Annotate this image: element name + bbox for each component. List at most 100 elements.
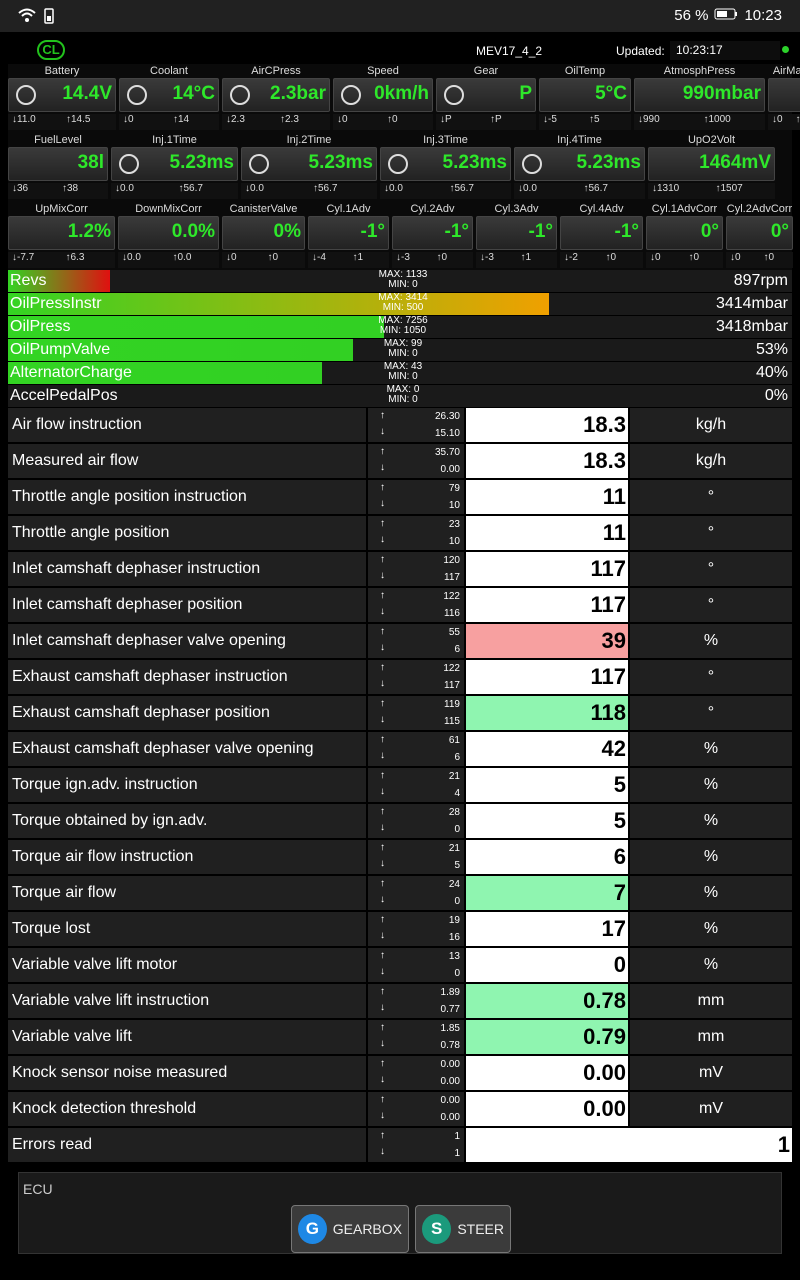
bar-oilpumpvalve[interactable]: OilPumpValve MAX: 99 MIN: 0 53% — [8, 339, 792, 362]
gauge-fuellevel[interactable]: FuelLevel 38l ↓36 ↑38 — [8, 133, 108, 203]
table-row[interactable]: Throttle angle position ↑ 23 ↓ 10 11 ° — [8, 516, 792, 552]
bar-oilpress[interactable]: OilPress MAX: 7256 MIN: 1050 3418mbar — [8, 316, 792, 339]
gauge-atmosphpress[interactable]: AtmosphPress 990mbar ↓990 ↑1000 — [634, 64, 765, 134]
table-row[interactable]: Torque lost ↑ 19 ↓ 16 17% — [8, 912, 792, 948]
table-row[interactable]: Torque air flow instruction ↑ 21 ↓ 5 6% — [8, 840, 792, 876]
gauge-airmani[interactable]: AirMani0↓0↑ — [768, 64, 800, 134]
gauge-inj-2time[interactable]: Inj.2Time 5.23ms ↓0.0 ↑56.7 — [241, 133, 377, 203]
table-row[interactable]: Inlet camshaft dephaser instruction ↑ 120 ↓… — [8, 552, 792, 588]
bar-oilpressinstr[interactable]: OilPressInstr MAX: 3414 MIN: 500 3414mbar — [8, 293, 792, 316]
bar-accelpedalpos[interactable]: AccelPedalPos MAX: 0 MIN: 0 0% — [8, 385, 792, 408]
table-row[interactable]: Torque air flow ↑ 24 ↓ 0 7% — [8, 876, 792, 912]
table-row[interactable]: Inlet camshaft dephaser position ↑ 122 ↓ 116… — [8, 588, 792, 624]
gauge-canistervalve[interactable]: CanisterValve 0% ↓0 ↑0 — [222, 202, 305, 272]
gauge-min: ↓36 — [12, 183, 29, 194]
bar-name: OilPumpValve — [10, 341, 111, 358]
sim-icon — [44, 8, 54, 28]
row-label: Torque ign.adv. instruction — [8, 768, 366, 802]
row-unit: ° — [630, 516, 792, 550]
gauge-cyl-3adv[interactable]: Cyl.3Adv -1° ↓-3 ↑1 — [476, 202, 557, 272]
gauge-cyl-1advcorr[interactable]: Cyl.1AdvCorr 0° ↓0 ↑0 — [646, 202, 723, 272]
table-row[interactable]: Variable valve lift ↑ 1.85 ↓ 0.78 0.79 mm — [8, 1020, 792, 1056]
row-unit: ° — [630, 552, 792, 586]
row-minmax: ↑ 21 ↓ 4 — [368, 768, 464, 802]
row-minmax: ↑ 26.30 ↓ 15.10 — [368, 408, 464, 442]
parameter-table: Air flow instruction ↑ 26.30 ↓ 15.10 18.3 kg/h… — [8, 408, 792, 1164]
table-row[interactable]: Exhaust camshaft dephaser position ↑ 119 ↓ 1… — [8, 696, 792, 732]
gauge-label: CanisterValve — [229, 203, 298, 215]
table-row[interactable]: Knock detection threshold ↑ 0.00 ↓ 0.00 0.00 m… — [8, 1092, 792, 1128]
bar-name: AccelPedalPos — [10, 387, 118, 404]
table-row[interactable]: Exhaust camshaft dephaser instruction ↑ 12… — [8, 660, 792, 696]
table-row[interactable]: Knock sensor noise measured ↑ 0.00 ↓ 0.00 0.0… — [8, 1056, 792, 1092]
row-min: 117 — [444, 572, 460, 583]
gauge-cyl-2advcorr[interactable]: Cyl.2AdvCorr 0° ↓0 ↑0 — [726, 202, 793, 272]
gauge-aircpress[interactable]: AirCPress 2.3bar ↓2.3 ↑2.3 — [222, 64, 330, 134]
gauge-box — [768, 78, 800, 112]
gauge-oiltemp[interactable]: OilTemp 5°C ↓-5 ↑5 — [539, 64, 631, 134]
gauge-downmixcorr[interactable]: DownMixCorr 0.0% ↓0.0 ↑0.0 — [118, 202, 219, 272]
bar-revs[interactable]: Revs MAX: 1133 MIN: 0 897rpm — [8, 270, 792, 293]
gauge-value: -1° — [614, 221, 640, 242]
gauge-inj-3time[interactable]: Inj.3Time 5.23ms ↓0.0 ↑56.7 — [380, 133, 511, 203]
bar-name: OilPressInstr — [10, 295, 102, 312]
row-label: Inlet camshaft dephaser position — [8, 588, 366, 622]
gauge-minmax: ↓P ↑P — [436, 114, 536, 130]
table-row[interactable]: Torque obtained by ign.adv. ↑ 28 ↓ 0 5% — [8, 804, 792, 840]
gauge-max: ↑56.7 — [178, 183, 203, 194]
gauge-cyl-1adv[interactable]: Cyl.1Adv -1° ↓-4 ↑1 — [308, 202, 389, 272]
gauge-max: ↑56.7 — [449, 183, 474, 194]
row-unit: mV — [630, 1056, 792, 1090]
gauge-inj-4time[interactable]: Inj.4Time 5.23ms ↓0.0 ↑56.7 — [514, 133, 645, 203]
table-row[interactable]: Exhaust camshaft dephaser valve opening ↑… — [8, 732, 792, 768]
gauge-minmax: ↓-7.7 ↑6.3 — [8, 252, 115, 268]
row-minmax: ↑ 21 ↓ 5 — [368, 840, 464, 874]
table-row[interactable]: Errors read ↑ 1 ↓ 1 1 — [8, 1128, 792, 1164]
gauge-label: AirMani — [772, 65, 800, 77]
table-row[interactable]: Variable valve lift instruction ↑ 1.89 ↓ 0.7… — [8, 984, 792, 1020]
row-unit: kg/h — [630, 444, 792, 478]
row-label: Measured air flow — [8, 444, 366, 478]
gauge-cyl-4adv[interactable]: Cyl.4Adv -1° ↓-2 ↑0 — [560, 202, 643, 272]
max-arrow-icon: ↑ — [380, 698, 385, 709]
row-min: 0.00 — [440, 464, 460, 475]
gauge-label: Battery — [44, 65, 80, 77]
bar-maxmin: MAX: 1133 MIN: 0 — [378, 269, 428, 290]
table-row[interactable]: Torque ign.adv. instruction ↑ 21 ↓ 4 5% — [8, 768, 792, 804]
gauge-value: 1464mV — [699, 152, 771, 173]
gauge-min: ↓1310 — [652, 183, 680, 194]
steer-button[interactable]: S STEER — [415, 1205, 511, 1253]
bar-alternatorcharge[interactable]: AlternatorCharge MAX: 43 MIN: 0 40% — [8, 362, 792, 385]
gauge-inj-1time[interactable]: Inj.1Time 5.23ms ↓0.0 ↑56.7 — [111, 133, 238, 203]
table-row[interactable]: Variable valve lift motor ↑ 13 ↓ 0 0% — [8, 948, 792, 984]
gauge-max: ↑P — [490, 114, 502, 125]
gauge-min: ↓11.0 — [12, 114, 36, 125]
gauge-cyl-2adv[interactable]: Cyl.2Adv -1° ↓-3 ↑0 — [392, 202, 473, 272]
table-row[interactable]: Throttle angle position instruction ↑ 79 ↓ 1… — [8, 480, 792, 516]
table-row[interactable]: Measured air flow ↑ 35.70 ↓ 0.00 18.3 kg/h — [8, 444, 792, 480]
gauge-coolant[interactable]: Coolant 14°C ↓0 ↑14 — [119, 64, 219, 134]
row-value: 0.00 — [466, 1056, 628, 1090]
table-row[interactable]: Air flow instruction ↑ 26.30 ↓ 15.10 18.3 kg/h — [8, 408, 792, 444]
gauge-speed[interactable]: Speed 0km/h ↓0 ↑0 — [333, 64, 433, 134]
row-unit: mV — [630, 1092, 792, 1126]
gauge-label: Cyl.4Adv — [579, 203, 624, 215]
gauge-gear[interactable]: Gear P ↓P ↑P — [436, 64, 536, 134]
gauge-minmax: ↓0 ↑0 — [646, 252, 723, 268]
row-value: 117 — [466, 588, 628, 622]
row-minmax: ↑ 23 ↓ 10 — [368, 516, 464, 550]
gauge-battery[interactable]: Battery 14.4V ↓11.0 ↑14.5 — [8, 64, 116, 134]
table-row[interactable]: Inlet camshaft dephaser valve opening ↑ 55… — [8, 624, 792, 660]
gauge-minmax: ↓2.3 ↑2.3 — [222, 114, 330, 130]
max-arrow-icon: ↑ — [380, 986, 385, 997]
row-max: 28 — [448, 807, 460, 818]
gauge-min: ↓0.0 — [518, 183, 537, 194]
gauge-upmixcorr[interactable]: UpMixCorr 1.2% ↓-7.7 ↑6.3 — [8, 202, 115, 272]
bottom-panel: ECU G GEARBOX S STEER — [18, 1172, 782, 1254]
gauge-min: ↓-4 — [312, 252, 326, 263]
gearbox-button[interactable]: G GEARBOX — [291, 1205, 409, 1253]
gauge-upo2volt[interactable]: UpO2Volt 1464mV ↓1310 ↑1507 — [648, 133, 775, 203]
row-unit: % — [630, 948, 792, 982]
cl-badge[interactable]: CL — [37, 40, 65, 60]
bar-value: 40% — [755, 364, 788, 381]
